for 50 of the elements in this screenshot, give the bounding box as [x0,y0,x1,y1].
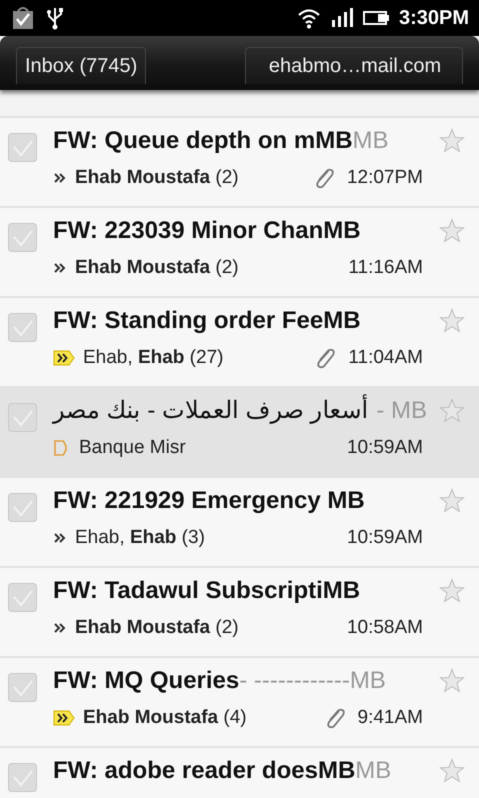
star-icon[interactable] [439,128,465,154]
message-time: 11:16AM [348,256,423,280]
star-icon[interactable] [439,758,465,784]
message-time: 10:59AM [346,526,423,550]
usb-icon [46,6,64,30]
message-snippet: MB [352,126,389,156]
message-subject: FW: Tadawul SubscriptiMB [53,576,360,606]
notification-checkbox-icon [12,6,34,30]
message-subject: FW: Standing order FeeMB [53,306,361,336]
star-icon[interactable] [439,488,465,514]
wifi-icon [296,7,321,29]
account-button[interactable]: ehabmo…mail.com [245,47,463,84]
message-time: 11:04AM [348,346,423,370]
star-icon[interactable] [439,668,465,694]
signal-icon [330,7,353,29]
message-time: 9:41AM [358,706,423,730]
checkbox[interactable] [8,673,37,702]
sender-names: Ehab Moustafa (2) [75,616,239,640]
checkbox[interactable] [8,403,37,432]
sender-names: Banque Misr [79,436,186,460]
checkbox[interactable] [8,133,37,162]
status-time: 3:30PM [398,6,469,31]
message-subject: أسعار صرف العملات - بنك مصر [53,396,368,426]
message-subject: FW: 223039 Minor ChanMB [53,216,361,246]
star-icon[interactable] [439,308,465,334]
checkbox[interactable] [8,223,37,252]
checkbox[interactable] [8,583,37,612]
star-icon[interactable] [439,218,465,244]
message-snippet: - MB [376,396,428,426]
battery-icon [362,10,389,26]
star-icon[interactable] [439,398,465,424]
message-subject: FW: MQ Queries [53,666,240,696]
sender-names: Ehab, Ehab (3) [75,526,205,550]
sender-names: Ehab Moustafa (2) [75,166,239,190]
checkbox[interactable] [8,313,37,342]
message-time: 10:58AM [346,616,423,640]
message-snippet: - ------------MB [239,666,386,696]
message-time: 10:59AM [346,436,423,460]
message-snippet: MB [355,756,392,786]
checkbox[interactable] [8,493,37,522]
message-subject: FW: 221929 Emergency MB [53,486,365,516]
sender-names: Ehab, Ehab (27) [83,346,224,370]
message-subject: FW: adobe reader doesMB [53,756,356,786]
folder-button[interactable]: Inbox (7745) [16,47,146,84]
sender-names: Ehab Moustafa (4) [83,706,247,730]
message-time: 12:07PM [346,166,423,190]
star-icon[interactable] [439,578,465,604]
sender-names: Ehab Moustafa (2) [75,256,239,280]
checkbox[interactable] [8,763,37,792]
message-subject: FW: Queue depth on mMB [53,126,353,156]
